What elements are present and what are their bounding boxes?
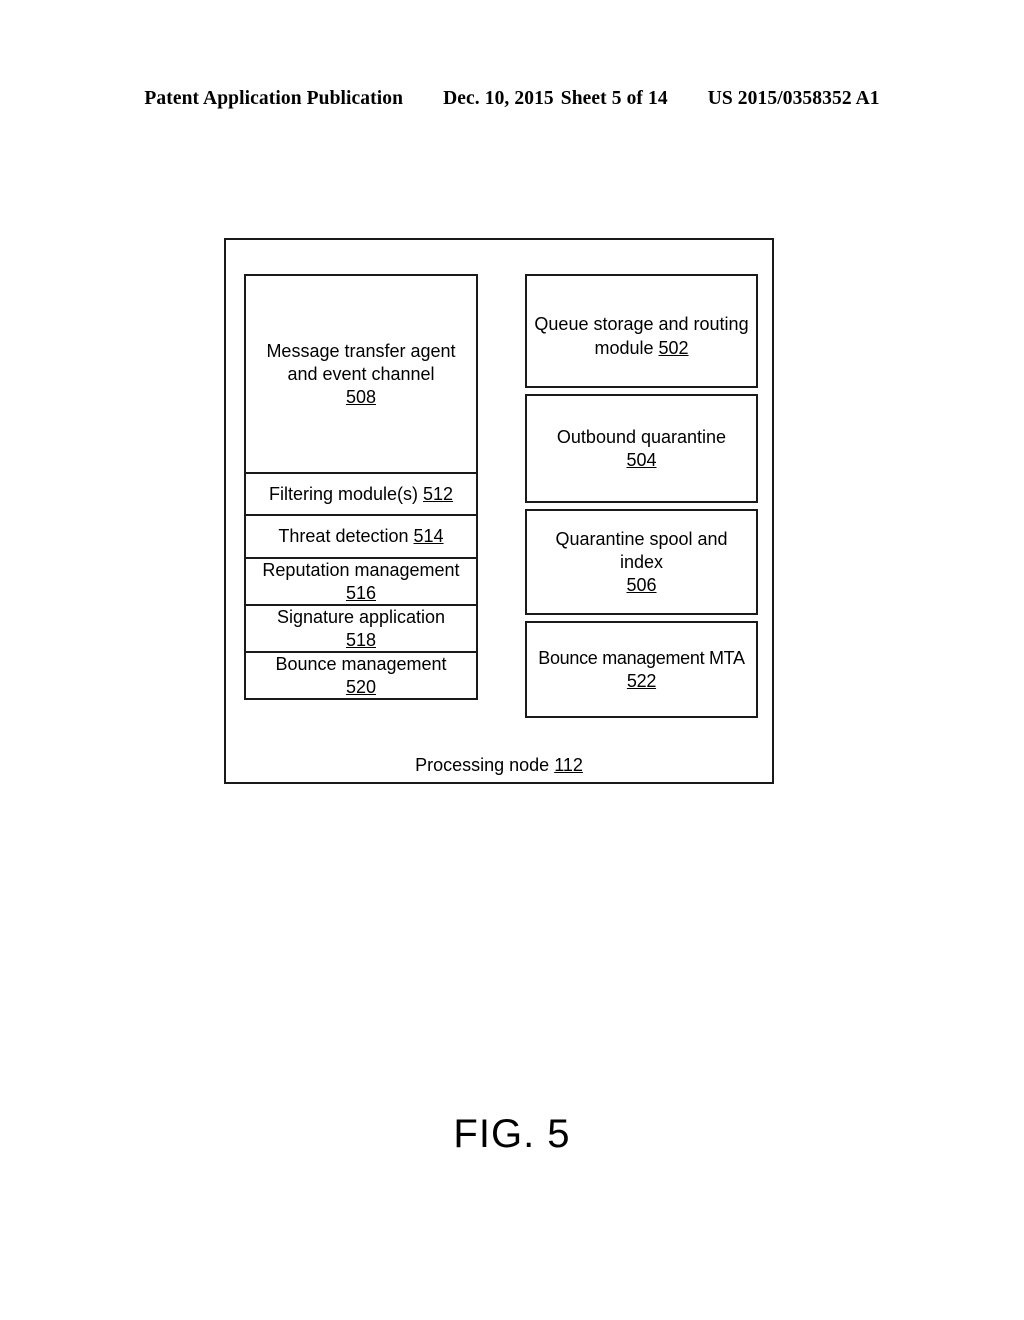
processing-node-caption-text: Processing node xyxy=(415,755,550,775)
patent-publication-number: US 2015/0358352 A1 xyxy=(707,88,880,109)
block-label: Bounce management 520 xyxy=(275,653,447,697)
block-signature-application: Signature application 518 xyxy=(244,604,478,653)
right-module-column: Queue storage and routing module 502 Outb… xyxy=(525,274,758,718)
block-quarantine-spool-index: Quarantine spool and index 506 xyxy=(525,509,758,615)
figure-label: FIG. 5 xyxy=(453,1112,571,1156)
publication-type-label: Patent Application Publication xyxy=(144,88,404,109)
publication-header: Patent Application Publication Dec. 10, … xyxy=(0,88,1024,110)
block-bounce-management: Bounce management 520 xyxy=(244,651,478,700)
block-message-transfer-agent: Message transfer agent and event channel 5… xyxy=(244,274,478,474)
block-label: Quarantine spool and index 506 xyxy=(555,528,728,595)
processing-node-container: Message transfer agent and event channel 5… xyxy=(224,238,774,784)
block-reputation-management: Reputation management 516 xyxy=(244,557,478,606)
sheet-number-label: Sheet 5 of 14 xyxy=(560,88,668,109)
block-outbound-quarantine: Outbound quarantine 504 xyxy=(525,394,758,503)
module-columns: Message transfer agent and event channel 5… xyxy=(244,274,758,718)
left-module-column: Message transfer agent and event channel 5… xyxy=(244,274,478,700)
processing-node-caption: Processing node 112 xyxy=(226,754,772,776)
block-label: Bounce management MTA 522 xyxy=(538,647,745,691)
processing-node-reference-numeral: 112 xyxy=(554,755,583,775)
block-queue-storage-routing-module: Queue storage and routing module 502 xyxy=(525,274,758,388)
block-label: Reputation management 516 xyxy=(262,559,460,603)
block-label: Signature application 518 xyxy=(276,606,446,650)
block-label: Queue storage and routing module 502 xyxy=(534,314,749,358)
publication-date-label: Dec. 10, 2015 xyxy=(443,88,554,109)
block-label: Filtering module(s) 512 xyxy=(268,483,454,504)
block-label: Message transfer agent and event channel 5… xyxy=(266,340,456,407)
block-label: Threat detection 514 xyxy=(278,526,444,546)
block-filtering-modules: Filtering module(s) 512 xyxy=(244,472,478,516)
block-bounce-management-mta: Bounce management MTA 522 xyxy=(525,621,758,718)
block-threat-detection: Threat detection 514 xyxy=(244,514,478,559)
block-label: Outbound quarantine 504 xyxy=(556,426,727,470)
